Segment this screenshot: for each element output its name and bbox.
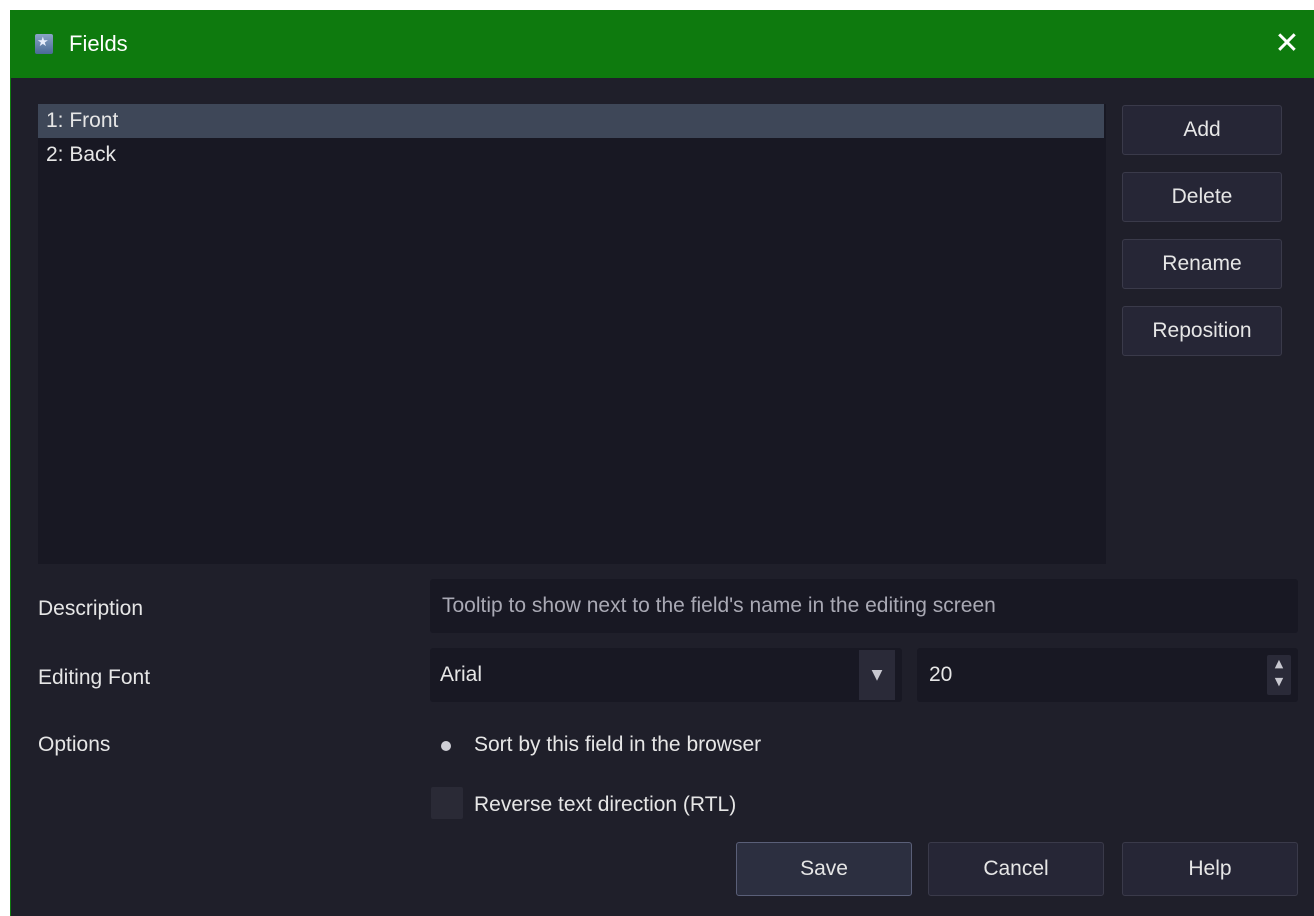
reposition-button[interactable]: Reposition bbox=[1122, 306, 1282, 356]
close-icon[interactable]: ✕ bbox=[1267, 24, 1307, 64]
help-button[interactable]: Help bbox=[1122, 842, 1298, 896]
font-size-spinbox[interactable]: 20 bbox=[917, 648, 1298, 702]
spin-arrows-icon[interactable]: ▲ ▼ bbox=[1267, 655, 1291, 695]
rtl-checkbox[interactable] bbox=[431, 787, 463, 819]
sort-radio[interactable] bbox=[431, 731, 461, 761]
description-input[interactable]: Tooltip to show next to the field's name… bbox=[430, 579, 1298, 633]
font-select[interactable]: Arial bbox=[430, 648, 902, 702]
chevron-down-icon[interactable]: ▼ bbox=[859, 650, 895, 700]
options-label: Options bbox=[38, 733, 111, 756]
window-title: Fields bbox=[69, 31, 128, 56]
radio-dot-icon bbox=[441, 741, 451, 751]
app-icon bbox=[35, 34, 53, 54]
cancel-button[interactable]: Cancel bbox=[928, 842, 1104, 896]
delete-button[interactable]: Delete bbox=[1122, 172, 1282, 222]
save-button[interactable]: Save bbox=[736, 842, 912, 896]
field-list[interactable]: 1: Front 2: Back bbox=[38, 104, 1106, 564]
rename-button[interactable]: Rename bbox=[1122, 239, 1282, 289]
title-bar: Fields ✕ bbox=[11, 10, 1314, 78]
field-list-item-front[interactable]: 1: Front bbox=[38, 104, 1104, 138]
description-label: Description bbox=[38, 597, 144, 620]
fields-dialog: Fields ✕ 1: Front 2: Back Add Delete Ren… bbox=[10, 10, 1314, 916]
field-list-item-back[interactable]: 2: Back bbox=[38, 138, 1104, 172]
rtl-option-label[interactable]: Reverse text direction (RTL) bbox=[474, 792, 736, 818]
editing-font-label: Editing Font bbox=[38, 666, 151, 689]
add-button[interactable]: Add bbox=[1122, 105, 1282, 155]
sort-option-label[interactable]: Sort by this field in the browser bbox=[474, 732, 761, 758]
